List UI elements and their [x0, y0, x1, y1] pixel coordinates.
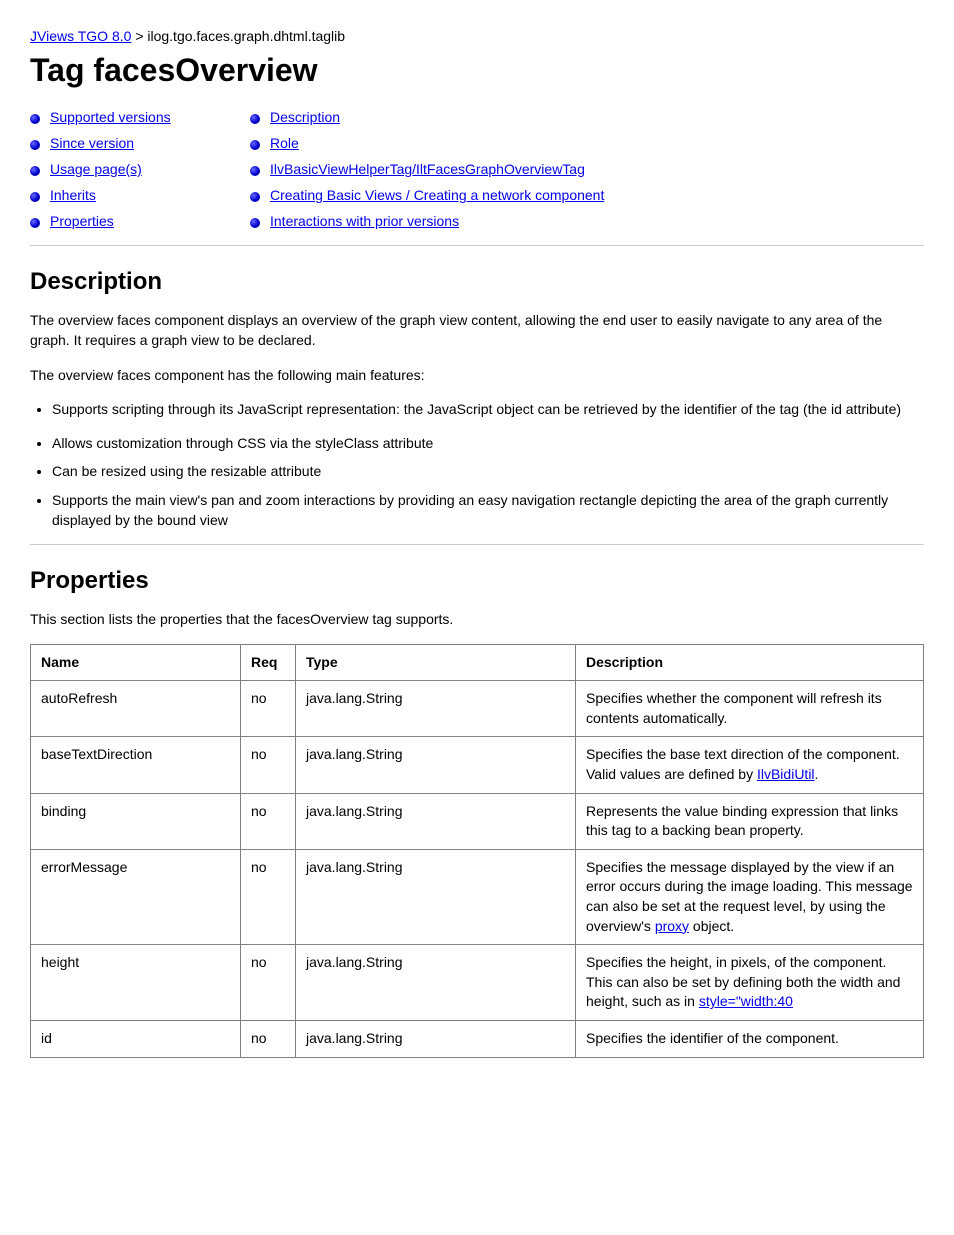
link-ilvbidiutil[interactable]: IlvBidiUtil	[757, 766, 815, 782]
properties-intro: This section lists the properties that t…	[30, 609, 924, 629]
bullet-icon	[250, 140, 260, 150]
toc-link-since-version[interactable]: Since version	[50, 135, 134, 151]
toc-link-properties[interactable]: Properties	[50, 213, 114, 229]
toc-item: Supported versions	[30, 109, 240, 125]
table-row: baseTextDirection no java.lang.String Sp…	[31, 737, 924, 793]
col-name: Name	[31, 644, 241, 681]
toc-link-inherits[interactable]: Inherits	[50, 187, 96, 203]
page-title: Tag facesOverview	[30, 52, 924, 89]
bullet-icon	[250, 218, 260, 228]
breadcrumb-root-link[interactable]: JViews TGO 8.0	[30, 28, 131, 44]
link-style-width[interactable]: style="width:40	[699, 993, 793, 1009]
bullet-icon	[30, 218, 40, 228]
bullet-icon	[250, 166, 260, 176]
toc-link-creating-views[interactable]: Creating Basic Views / Creating a networ…	[270, 187, 604, 203]
description-text: The overview faces component displays an…	[30, 310, 924, 351]
toc-link-interactions[interactable]: Interactions with prior versions	[270, 213, 459, 229]
cell-desc: Specifies the height, in pixels, of the …	[576, 945, 924, 1021]
cell-type: java.lang.String	[296, 793, 576, 849]
col-type: Type	[296, 644, 576, 681]
toc-item: Description	[250, 109, 924, 125]
cell-type: java.lang.String	[296, 737, 576, 793]
feature-item: Can be resized using the resizable attri…	[52, 461, 924, 481]
toc: Supported versions Since version Usage p…	[30, 109, 924, 229]
bullet-icon	[250, 114, 260, 124]
toc-link-supported-versions[interactable]: Supported versions	[50, 109, 171, 125]
cell-type: java.lang.String	[296, 849, 576, 944]
col-req: Req	[241, 644, 296, 681]
toc-link-role[interactable]: Role	[270, 135, 299, 151]
cell-desc-post: .	[815, 766, 819, 782]
toc-item: Role	[250, 135, 924, 151]
cell-desc: Represents the value binding expression …	[576, 793, 924, 849]
toc-item: Since version	[30, 135, 240, 151]
cell-req: no	[241, 1020, 296, 1057]
divider	[30, 544, 924, 545]
cell-name: height	[31, 945, 241, 1021]
toc-link-helper-tag[interactable]: IlvBasicViewHelperTag/IltFacesGraphOverv…	[270, 161, 585, 177]
table-row: autoRefresh no java.lang.String Specifie…	[31, 681, 924, 737]
section-heading-properties: Properties	[30, 567, 924, 595]
properties-table: Name Req Type Description autoRefresh no…	[30, 644, 924, 1058]
cell-name: baseTextDirection	[31, 737, 241, 793]
cell-req: no	[241, 737, 296, 793]
toc-link-description[interactable]: Description	[270, 109, 340, 125]
toc-col-left: Supported versions Since version Usage p…	[30, 109, 240, 229]
cell-desc: Specifies whether the component will ref…	[576, 681, 924, 737]
feature-item: Supports scripting through its JavaScrip…	[52, 399, 924, 419]
cell-req: no	[241, 793, 296, 849]
table-row: height no java.lang.String Specifies the…	[31, 945, 924, 1021]
cell-desc-pre: Specifies the message displayed by the v…	[586, 859, 913, 934]
cell-type: java.lang.String	[296, 1020, 576, 1057]
feature-item: Supports the main view's pan and zoom in…	[52, 490, 924, 531]
section-heading-description: Description	[30, 268, 924, 296]
col-desc: Description	[576, 644, 924, 681]
cell-desc: Specifies the message displayed by the v…	[576, 849, 924, 944]
cell-req: no	[241, 849, 296, 944]
table-row: binding no java.lang.String Represents t…	[31, 793, 924, 849]
bullet-icon	[30, 114, 40, 124]
cell-name: binding	[31, 793, 241, 849]
cell-type: java.lang.String	[296, 681, 576, 737]
table-header-row: Name Req Type Description	[31, 644, 924, 681]
cell-req: no	[241, 945, 296, 1021]
breadcrumb-tail: > ilog.tgo.faces.graph.dhtml.taglib	[135, 28, 345, 44]
toc-item: Inherits	[30, 187, 240, 203]
bullet-icon	[250, 192, 260, 202]
link-proxy[interactable]: proxy	[655, 918, 689, 934]
cell-type: java.lang.String	[296, 945, 576, 1021]
cell-desc-post: object.	[689, 918, 734, 934]
cell-name: autoRefresh	[31, 681, 241, 737]
cell-desc-pre: Specifies the base text direction of the…	[586, 746, 900, 782]
cell-desc: Specifies the base text direction of the…	[576, 737, 924, 793]
cell-name: id	[31, 1020, 241, 1057]
cell-name: errorMessage	[31, 849, 241, 944]
toc-item: Usage page(s)	[30, 161, 240, 177]
divider	[30, 245, 924, 246]
toc-item: Creating Basic Views / Creating a networ…	[250, 187, 924, 203]
table-row: id no java.lang.String Specifies the ide…	[31, 1020, 924, 1057]
toc-col-right: Description Role IlvBasicViewHelperTag/I…	[250, 109, 924, 229]
bullet-icon	[30, 140, 40, 150]
bullet-icon	[30, 166, 40, 176]
cell-req: no	[241, 681, 296, 737]
toc-item: Properties	[30, 213, 240, 229]
features-list: Supports scripting through its JavaScrip…	[52, 399, 924, 530]
bullet-icon	[30, 192, 40, 202]
toc-link-usage-pages[interactable]: Usage page(s)	[50, 161, 142, 177]
toc-item: Interactions with prior versions	[250, 213, 924, 229]
breadcrumb: JViews TGO 8.0 > ilog.tgo.faces.graph.dh…	[30, 28, 924, 44]
feature-item: Allows customization through CSS via the…	[52, 433, 924, 453]
toc-item: IlvBasicViewHelperTag/IltFacesGraphOverv…	[250, 161, 924, 177]
table-row: errorMessage no java.lang.String Specifi…	[31, 849, 924, 944]
cell-desc: Specifies the identifier of the componen…	[576, 1020, 924, 1057]
features-intro: The overview faces component has the fol…	[30, 365, 924, 385]
